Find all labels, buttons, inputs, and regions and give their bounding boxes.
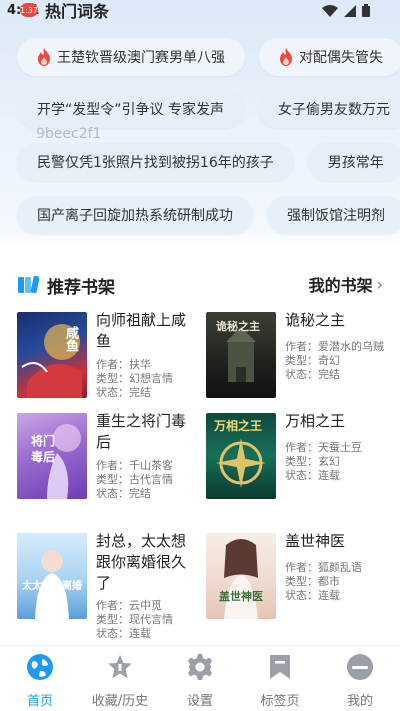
book-title: 重生之将门毒后 bbox=[96, 412, 187, 451]
hot-section-title: 热门词条 bbox=[45, 2, 110, 21]
tab-home[interactable]: 首页 bbox=[0, 646, 80, 709]
hot-row-2: 开学“发型令”引争议 专家发声 女子偷男友数万元 bbox=[17, 90, 400, 128]
tab-favorites-history[interactable]: 收藏/历史 bbox=[80, 646, 160, 709]
book-cover[interactable]: 诡秘之主 bbox=[206, 312, 276, 398]
book-author: 作者：扶华 bbox=[96, 358, 151, 371]
battery-icon bbox=[362, 4, 370, 17]
cover-title: 万相之王 bbox=[214, 419, 263, 433]
book-cover[interactable]: 太太想你离婚很久了 bbox=[17, 533, 87, 619]
profile-icon bbox=[345, 652, 375, 682]
star-icon bbox=[105, 652, 135, 682]
book-card[interactable]: 咸鱼 向师祖献上咸鱼 作者：扶华 类型：幻想言情 状态：完结 bbox=[17, 311, 197, 402]
hot-chip[interactable]: 对配偶失管失 bbox=[259, 38, 400, 76]
overlay-code: 9beec2f1 bbox=[36, 126, 102, 142]
book-status: 状态：完结 bbox=[96, 386, 151, 399]
chevron-right-icon: › bbox=[376, 274, 383, 294]
book-type: 类型：现代言情 bbox=[96, 613, 173, 626]
hot-chip-label: 男孩常年 bbox=[327, 155, 384, 171]
gear-icon bbox=[185, 652, 215, 682]
book-cover[interactable]: 盖世神医 bbox=[206, 533, 276, 619]
hot-chip-label: 女子偷男友数万元 bbox=[277, 102, 390, 118]
hot-chip-label: 民警仅凭1张照片找到被拐16年的孩子 bbox=[37, 155, 274, 171]
book-type: 类型：古代言情 bbox=[96, 473, 173, 486]
cover-title: 将门毒后 bbox=[31, 434, 56, 464]
flame-icon bbox=[38, 48, 50, 66]
book-title: 向师祖献上咸鱼 bbox=[96, 311, 187, 350]
tab-label: 我的 bbox=[346, 694, 373, 709]
cover-art bbox=[21, 324, 82, 398]
notification-badge: 1:37 bbox=[20, 3, 38, 17]
book-card[interactable]: 盖世神医 盖世神医 作者：狐颜乱语 类型：都市 状态：连载 bbox=[206, 532, 386, 623]
my-shelf-link[interactable]: 我的书架 › bbox=[309, 272, 383, 296]
hot-chip-label: 开学“发型令”引争议 专家发声 bbox=[37, 102, 224, 118]
globe-icon bbox=[25, 652, 55, 682]
hot-chip[interactable]: 民警仅凭1张照片找到被拐16年的孩子 bbox=[17, 143, 294, 181]
book-cover[interactable]: 将门毒后 bbox=[17, 413, 87, 499]
recommend-shelf-header: 推荐书架 我的书架 › bbox=[17, 272, 383, 298]
cover-art bbox=[35, 550, 69, 619]
hot-chip-label: 对配偶失管失 bbox=[299, 50, 383, 66]
hot-row-3: 民警仅凭1张照片找到被拐16年的孩子 男孩常年 bbox=[17, 143, 400, 181]
book-author: 作者：天蚕土豆 bbox=[285, 441, 362, 454]
hot-chip[interactable]: 女子偷男友数万元 bbox=[257, 90, 400, 128]
book-card[interactable]: 诡秘之主 诡秘之主 作者：爱潜水的乌贼 类型：奇幻 状态：完结 bbox=[206, 311, 386, 402]
tab-label: 设置 bbox=[186, 694, 213, 709]
hot-row-1: 王楚钦晋级澳门赛男单八强 对配偶失管失 bbox=[17, 38, 400, 76]
tab-label: 标签页 bbox=[260, 694, 300, 709]
book-cover[interactable]: 万相之王 bbox=[206, 413, 276, 499]
hot-chip[interactable]: 强制饭馆注明剂 bbox=[267, 196, 400, 234]
hot-chip[interactable]: 国产离子回旋加热系统研制成功 bbox=[17, 196, 253, 234]
book-type: 类型：幻想言情 bbox=[96, 372, 173, 385]
book-status: 状态：完结 bbox=[96, 487, 151, 500]
book-type: 类型：奇幻 bbox=[285, 354, 340, 367]
hot-chip[interactable]: 男孩常年 bbox=[307, 143, 400, 181]
book-author: 作者：云中觅 bbox=[96, 599, 162, 612]
my-shelf-label: 我的书架 bbox=[308, 276, 373, 295]
tab-settings[interactable]: 设置 bbox=[160, 646, 240, 709]
bookmark-icon bbox=[265, 652, 295, 682]
hot-row-4: 国产离子回旋加热系统研制成功 强制饭馆注明剂 bbox=[17, 196, 400, 234]
tab-label: 收藏/历史 bbox=[91, 694, 149, 709]
cover-title: 咸鱼 bbox=[63, 326, 78, 352]
hot-chip-label: 国产离子回旋加热系统研制成功 bbox=[37, 208, 233, 224]
book-status: 状态：连载 bbox=[96, 627, 151, 640]
hot-chip[interactable]: 开学“发型令”引争议 专家发声 bbox=[17, 90, 244, 128]
book-title: 盖世神医 bbox=[285, 532, 346, 550]
book-type: 类型：玄幻 bbox=[285, 455, 340, 468]
cover-title: 诡秘之主 bbox=[216, 320, 260, 333]
flame-icon bbox=[280, 48, 292, 66]
book-card[interactable]: 万相之王 万相之王 作者：天蚕土豆 类型：玄幻 状态：连载 bbox=[206, 412, 386, 503]
book-status: 状态：连载 bbox=[285, 469, 340, 482]
hot-chip[interactable]: 王楚钦晋级澳门赛男单八强 bbox=[17, 38, 245, 76]
book-author: 作者：爱潜水的乌贼 bbox=[285, 340, 384, 353]
bottom-tab-bar: 首页 收藏/历史 设置 标签页 我的 bbox=[0, 645, 400, 711]
wifi-icon bbox=[322, 4, 338, 17]
book-card[interactable]: 太太想你离婚很久了 封总，太太想跟你离婚很久了 作者：云中觅 类型：现代言情 状… bbox=[17, 532, 197, 640]
cover-title: 太太想你离婚很久了 bbox=[22, 581, 82, 604]
book-status: 状态：连载 bbox=[285, 589, 340, 602]
book-author: 作者：狐颜乱语 bbox=[285, 561, 362, 574]
status-icons bbox=[322, 4, 370, 17]
cover-art bbox=[224, 539, 258, 619]
book-type: 类型：都市 bbox=[285, 575, 340, 588]
hot-chip-label: 强制饭馆注明剂 bbox=[287, 208, 385, 224]
tab-profile[interactable]: 我的 bbox=[320, 646, 400, 709]
book-title: 封总，太太想跟你离婚很久了 bbox=[96, 532, 187, 592]
signal-icon bbox=[344, 4, 356, 17]
book-title: 诡秘之主 bbox=[285, 311, 346, 329]
book-cover[interactable]: 咸鱼 bbox=[17, 312, 87, 398]
cover-title: 盖世神医 bbox=[219, 590, 263, 603]
book-card[interactable]: 将门毒后 重生之将门毒后 作者：千山茶客 类型：古代言情 状态：完结 bbox=[17, 412, 197, 503]
hot-chip-label: 王楚钦晋级澳门赛男单八强 bbox=[57, 50, 225, 66]
books-icon bbox=[18, 275, 39, 294]
book-status: 状态：完结 bbox=[285, 368, 340, 381]
book-title: 万相之王 bbox=[285, 412, 346, 430]
tab-label: 首页 bbox=[26, 694, 53, 709]
book-author: 作者：千山茶客 bbox=[96, 459, 173, 472]
recommend-shelf-title: 推荐书架 bbox=[47, 277, 115, 298]
tab-tags[interactable]: 标签页 bbox=[240, 646, 320, 709]
